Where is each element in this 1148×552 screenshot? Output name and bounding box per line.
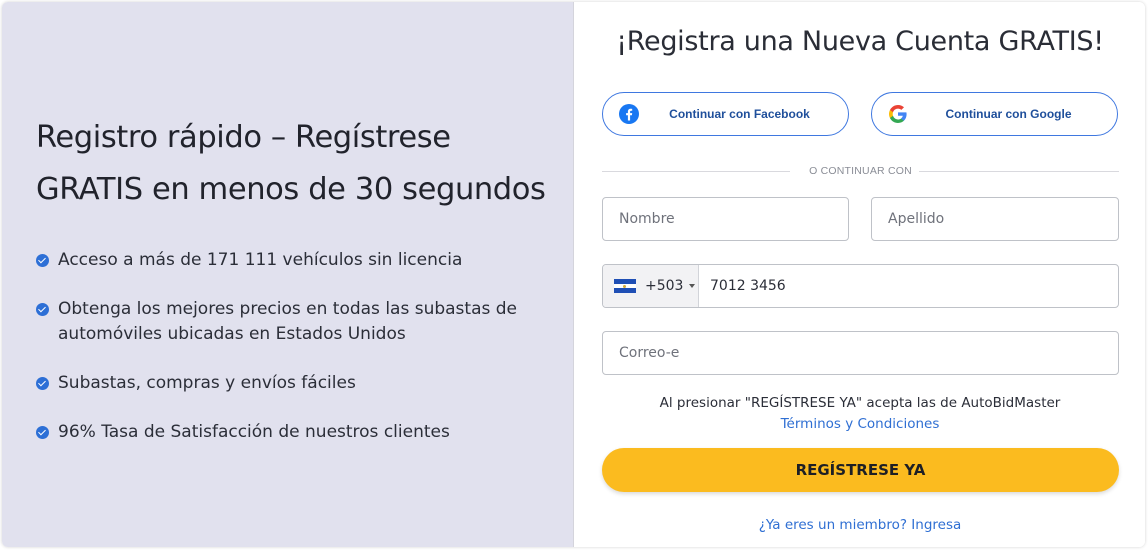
check-circle-icon xyxy=(36,377,49,390)
last-name-input[interactable] xyxy=(872,198,1118,240)
promo-headline: Registro rápido – Regístrese GRATIS en m… xyxy=(36,112,566,216)
email-field xyxy=(602,331,1119,375)
check-circle-icon xyxy=(36,254,49,267)
benefit-text: Acceso a más de 171 111 vehículos sin li… xyxy=(58,250,463,270)
terms-text: Al presionar "REGÍSTRESE YA" acepta las … xyxy=(659,395,1061,411)
phone-field: +503 xyxy=(602,264,1119,308)
facebook-icon xyxy=(619,104,639,124)
facebook-button-label: Continuar con Facebook xyxy=(669,107,810,121)
terms-notice: Al presionar "REGÍSTRESE YA" acepta las … xyxy=(574,393,1145,435)
check-circle-icon xyxy=(36,426,49,439)
register-button[interactable]: REGÍSTRESE YA xyxy=(602,448,1119,492)
login-link[interactable]: ¿Ya eres un miembro? Ingresa xyxy=(574,517,1145,533)
phone-input[interactable] xyxy=(699,265,1118,307)
google-login-button[interactable]: Continuar con Google xyxy=(871,92,1118,136)
benefit-text: Obtenga los mejores precios en todas las… xyxy=(58,297,517,347)
country-code: +503 xyxy=(645,278,684,294)
benefit-text-line2: automóviles ubicadas en Estados Unidos xyxy=(58,324,406,344)
registration-card: Registro rápido – Regístrese GRATIS en m… xyxy=(2,2,1145,547)
email-input[interactable] xyxy=(603,332,1118,374)
facebook-login-button[interactable]: Continuar con Facebook xyxy=(602,92,849,136)
terms-link[interactable]: Términos y Condiciones xyxy=(574,414,1145,435)
benefit-item: Obtenga los mejores precios en todas las… xyxy=(36,297,517,347)
first-name-input[interactable] xyxy=(603,198,848,240)
benefit-text-line1: Obtenga los mejores precios en todas las… xyxy=(58,299,518,319)
signup-form-panel: ¡Registra una Nueva Cuenta GRATIS! Conti… xyxy=(573,2,1145,547)
promo-panel: Registro rápido – Regístrese GRATIS en m… xyxy=(2,2,573,547)
benefit-item: Subastas, compras y envíos fáciles xyxy=(36,371,356,396)
google-button-label: Continuar con Google xyxy=(945,107,1072,121)
caret-down-icon xyxy=(689,284,696,288)
country-code-selector[interactable]: +503 xyxy=(603,265,699,307)
benefit-text: Subastas, compras y envíos fáciles xyxy=(58,373,356,393)
promo-headline-line2: GRATIS en menos de 30 segundos xyxy=(36,172,546,207)
check-circle-icon xyxy=(36,303,49,316)
el-salvador-flag-icon xyxy=(614,279,636,294)
form-title: ¡Registra una Nueva Cuenta GRATIS! xyxy=(616,26,1104,57)
divider-line xyxy=(919,171,1119,172)
benefit-item: 96% Tasa de Satisfacción de nuestros cli… xyxy=(36,420,450,445)
promo-headline-line1: Registro rápido – Regístrese xyxy=(36,120,451,155)
last-name-field xyxy=(871,197,1119,241)
google-icon xyxy=(889,105,907,123)
first-name-field xyxy=(602,197,849,241)
benefit-text: 96% Tasa de Satisfacción de nuestros cli… xyxy=(58,422,450,442)
or-divider: O CONTINUAR CON xyxy=(602,165,1119,177)
benefit-item: Acceso a más de 171 111 vehículos sin li… xyxy=(36,248,462,273)
